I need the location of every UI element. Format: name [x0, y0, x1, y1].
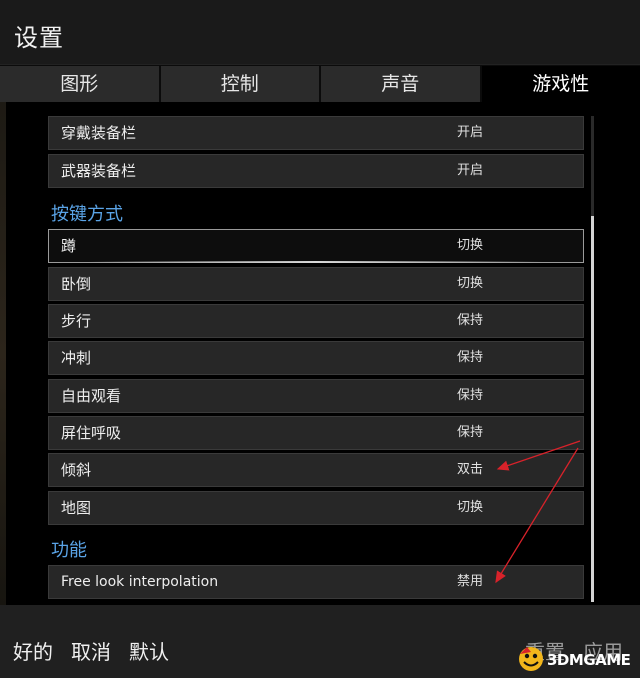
setting-row-hold-breath[interactable]: 屏住呼吸 保持	[48, 416, 584, 450]
cancel-button[interactable]: 取消	[71, 636, 111, 665]
section-title-key-mode: 按键方式	[51, 204, 123, 225]
tab-audio[interactable]: 声音	[321, 66, 480, 103]
setting-row-crouch[interactable]: 蹲 切换	[48, 229, 584, 263]
tab-controls[interactable]: 控制	[160, 66, 319, 103]
section-title-functions: 功能	[51, 540, 87, 561]
setting-row-free-look-interpolation[interactable]: Free look interpolation 禁用	[48, 565, 584, 599]
watermark-text: 3DMGAME	[547, 651, 631, 669]
setting-label: 蹲	[61, 237, 77, 255]
setting-row-walk[interactable]: 步行 保持	[48, 304, 584, 338]
setting-value[interactable]: 切换	[457, 268, 483, 300]
setting-row-lean[interactable]: 倾斜 双击	[48, 453, 584, 487]
setting-row-map[interactable]: 地图 切换	[48, 491, 584, 525]
setting-value[interactable]: 保持	[457, 305, 483, 337]
setting-row-free-look[interactable]: 自由观看 保持	[48, 379, 584, 413]
setting-value[interactable]: 保持	[457, 342, 483, 374]
setting-label: 卧倒	[61, 275, 92, 293]
setting-value[interactable]: 保持	[457, 417, 483, 449]
setting-value[interactable]: 保持	[457, 380, 483, 412]
setting-label: 倾斜	[61, 461, 92, 479]
settings-tabs: 图形 控制 声音 游戏性	[0, 66, 640, 103]
setting-label: 屏住呼吸	[61, 424, 122, 442]
scrollbar-thumb[interactable]	[591, 216, 594, 602]
setting-label: Free look interpolation	[61, 574, 219, 590]
setting-value[interactable]: 开启	[457, 117, 483, 149]
tab-gameplay[interactable]: 游戏性	[481, 66, 640, 102]
setting-value[interactable]: 切换	[457, 492, 483, 524]
watermark: 3DMGAME	[517, 644, 637, 674]
setting-row-sprint[interactable]: 冲刺 保持	[48, 341, 584, 375]
setting-row-wear-equipment-bar[interactable]: 穿戴装备栏 开启	[48, 116, 584, 150]
setting-value[interactable]: 切换	[457, 230, 483, 262]
page-title: 设置	[14, 24, 64, 52]
setting-label: 地图	[61, 499, 92, 517]
setting-value[interactable]: 开启	[457, 155, 483, 187]
title-bar: 设置	[0, 0, 640, 65]
setting-row-prone[interactable]: 卧倒 切换	[48, 267, 584, 301]
setting-label: 自由观看	[61, 387, 122, 405]
tab-graphics[interactable]: 图形	[0, 66, 159, 103]
setting-label: 步行	[61, 312, 92, 330]
setting-label: 武器装备栏	[61, 162, 137, 180]
setting-value[interactable]: 双击	[457, 454, 483, 486]
setting-label: 冲刺	[61, 349, 92, 367]
default-button[interactable]: 默认	[129, 636, 169, 665]
background-strip	[0, 102, 6, 605]
ok-button[interactable]: 好的	[13, 636, 53, 665]
3dm-logo-icon	[519, 647, 543, 671]
setting-row-weapon-equipment-bar[interactable]: 武器装备栏 开启	[48, 154, 584, 188]
setting-label: 穿戴装备栏	[61, 124, 137, 142]
setting-value[interactable]: 禁用	[457, 566, 483, 598]
